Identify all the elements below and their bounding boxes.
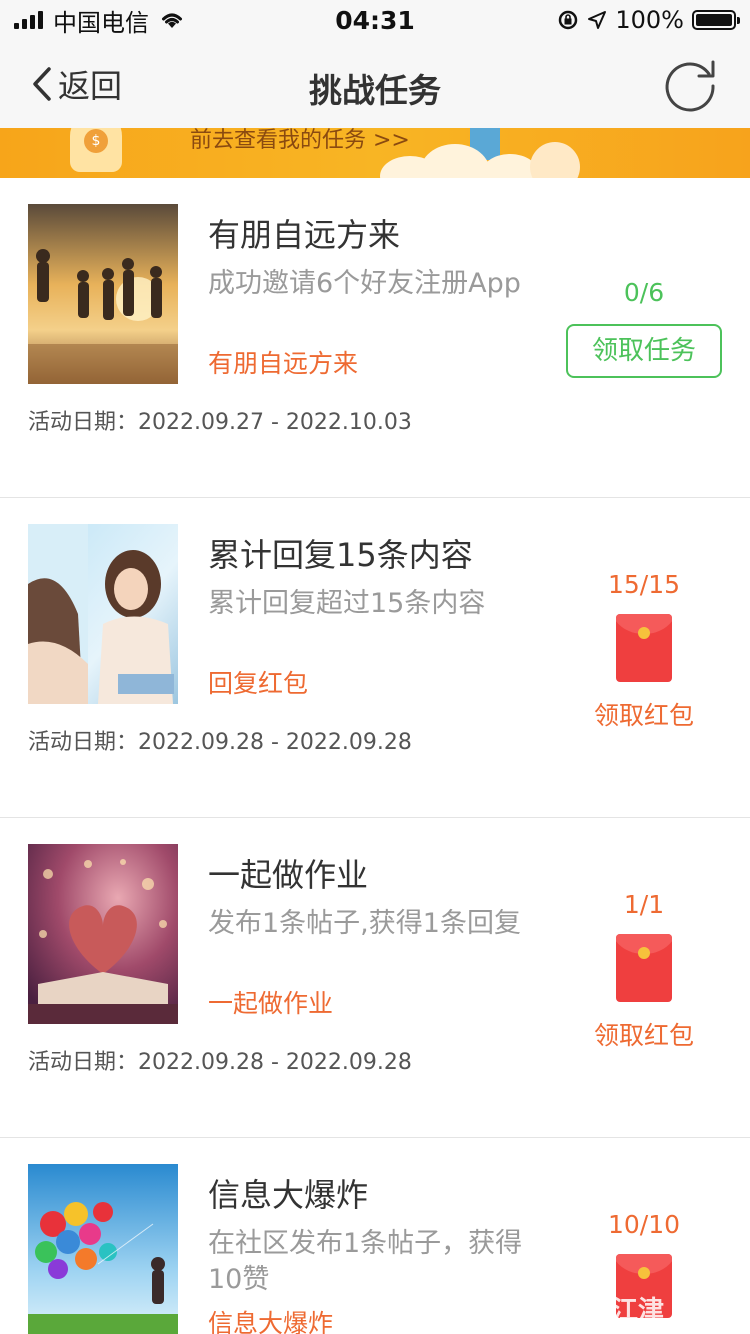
task-progress: 0/6: [623, 278, 665, 307]
claim-red-packet-button[interactable]: 领取红包: [566, 1016, 722, 1052]
task-thumbnail: [28, 1164, 178, 1334]
girls-portrait-image: [28, 524, 178, 704]
task-tag: 一起做作业: [208, 989, 334, 1018]
task-date: 活动日期：2022.09.28 - 2022.09.28: [28, 724, 412, 756]
task-description: 在社区发布1条帖子，获得10赞: [208, 1228, 523, 1295]
task-banner[interactable]: $ 前去查看我的任务 >>: [0, 128, 750, 178]
banner-link-text[interactable]: 前去查看我的任务 >>: [190, 128, 410, 154]
task-thumbnail: [28, 204, 178, 384]
status-bar: 中国电信 04:31 100%: [0, 0, 750, 40]
date-range: 2022.09.28 - 2022.09.28: [138, 1050, 412, 1075]
cloud-decoration: [380, 136, 600, 178]
status-right: 100%: [557, 6, 740, 34]
task-date: 活动日期：2022.09.27 - 2022.10.03: [28, 404, 412, 436]
task-progress: 1/1: [623, 890, 665, 919]
rotation-lock-icon: [559, 10, 578, 30]
red-packet-icon[interactable]: [616, 614, 672, 682]
location-icon: [588, 11, 607, 29]
date-range: 2022.09.28 - 2022.09.28: [138, 730, 412, 755]
battery-percent: 100%: [615, 6, 684, 34]
task-title: 有朋自远方来: [208, 216, 401, 254]
task-title: 一起做作业: [208, 856, 369, 894]
task-title: 累计回复15条内容: [208, 536, 473, 574]
task-item: 累计回复15条内容 累计回复超过15条内容 回复红包 活动日期：2022.09.…: [0, 498, 750, 818]
date-label: 活动日期：: [28, 730, 139, 755]
accept-task-button[interactable]: 领取任务: [566, 324, 722, 378]
task-progress: 15/15: [607, 570, 681, 599]
page-title: 挑战任务: [309, 71, 441, 110]
task-item: 一起做作业 发布1条帖子,获得1条回复 一起做作业 活动日期：2022.09.2…: [0, 818, 750, 1138]
coin-bag-icon: $: [70, 128, 122, 172]
red-packet-icon[interactable]: [616, 934, 672, 1002]
task-tag: 回复红包: [208, 669, 309, 698]
beach-friends-image: [28, 204, 178, 384]
date-label: 活动日期：: [28, 410, 139, 435]
date-range: 2022.09.27 - 2022.10.03: [138, 410, 412, 435]
task-thumbnail: [28, 844, 178, 1024]
task-thumbnail: [28, 524, 178, 704]
heart-book-image: [28, 844, 178, 1024]
task-date: 活动日期：2022.09.28 - 2022.09.28: [28, 1044, 412, 1076]
task-description: 累计回复超过15条内容: [208, 588, 486, 619]
claim-red-packet-button[interactable]: 领取红包: [566, 696, 722, 732]
nav-bar: 返回 挑战任务: [0, 40, 750, 128]
task-progress: 10/10: [607, 1210, 681, 1239]
task-description: 成功邀请6个好友注册App: [208, 268, 521, 299]
watermark-text: 江津: [612, 1296, 665, 1326]
task-tag: 有朋自远方来: [208, 349, 359, 378]
refresh-icon[interactable]: [660, 54, 720, 114]
date-label: 活动日期：: [28, 1050, 139, 1075]
task-item: 有朋自远方来 成功邀请6个好友注册App 有朋自远方来 活动日期：2022.09…: [0, 178, 750, 498]
task-title: 信息大爆炸: [208, 1176, 369, 1214]
battery-icon: [692, 10, 740, 30]
task-description: 发布1条帖子,获得1条回复: [208, 908, 521, 939]
task-tag: 信息大爆炸: [208, 1309, 334, 1334]
balloons-image: [28, 1164, 178, 1334]
